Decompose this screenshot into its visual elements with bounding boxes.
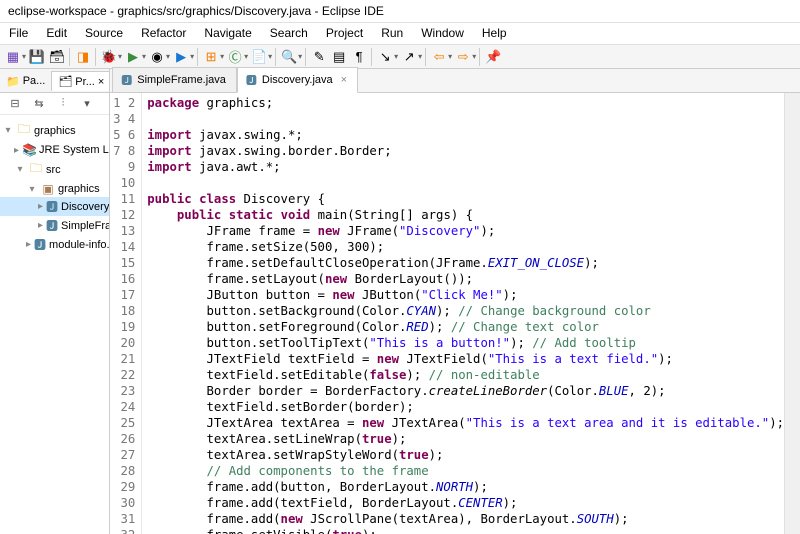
new-icon[interactable]: ▦ [4,48,22,66]
save-all-icon[interactable]: 🗃 [48,48,66,66]
menu-window[interactable]: Window [412,23,473,44]
new-java-class-icon[interactable]: Ⓒ [226,48,244,66]
menu-refactor[interactable]: Refactor [132,23,195,44]
window-titlebar: eclipse-workspace - graphics/src/graphic… [0,0,800,23]
save-icon[interactable]: 💾 [28,48,46,66]
open-type-icon[interactable]: ◨ [74,48,92,66]
menu-search[interactable]: Search [261,23,317,44]
menu-navigate[interactable]: Navigate [195,23,260,44]
tab-project[interactable]: 🗂 Pr... × [51,71,110,91]
close-icon[interactable]: × [98,76,104,88]
search-icon[interactable]: 🔍 [280,48,298,66]
tab-simpleframe[interactable]: 🅹SimpleFrame.java [112,67,237,93]
menubar: File Edit Source Refactor Navigate Searc… [0,23,800,45]
tab-package[interactable]: 📁 Pa... [0,72,51,91]
menu-help[interactable]: Help [473,23,516,44]
pin-icon[interactable]: 📌 [484,48,502,66]
tree-moduleinfo: module-info.ja [49,239,109,251]
toggle-block-icon[interactable]: ▤ [330,48,348,66]
menu-edit[interactable]: Edit [37,23,76,44]
vertical-scrollbar[interactable] [784,93,800,534]
menu-run[interactable]: Run [372,23,412,44]
tab-discovery[interactable]: 🅹Discovery.java× [237,67,358,93]
prev-annotation-icon[interactable]: ↗ [400,48,418,66]
show-whitespace-icon[interactable]: ¶ [350,48,368,66]
package-explorer-panel: 📁 Pa... 🗂 Pr... × ⊟ ⇆ ⫶ ▾ ▾🗀graphics ▸📚J… [0,69,110,534]
tree-project: graphics [34,125,76,137]
tree-jre: JRE System Librar [39,144,109,156]
menu-project[interactable]: Project [317,23,372,44]
tree-src: src [46,164,61,176]
toggle-mark-icon[interactable]: ✎ [310,48,328,66]
menu-file[interactable]: File [0,23,37,44]
collapse-all-icon[interactable]: ⊟ [6,95,24,113]
filter-icon[interactable]: ⫶ [54,95,72,113]
run-icon[interactable]: ▶ [124,48,142,66]
forward-icon[interactable]: ⇨ [454,48,472,66]
tree-discovery: Discovery.ja [61,201,109,213]
project-tree[interactable]: ▾🗀graphics ▸📚JRE System Librar ▾🗀src ▾▣g… [0,115,109,258]
menu-source[interactable]: Source [76,23,132,44]
next-annotation-icon[interactable]: ↘ [376,48,394,66]
editor-area: 🅹SimpleFrame.java 🅹Discovery.java× 1 2 3… [110,69,800,534]
debug-icon[interactable]: 🐞 [100,48,118,66]
line-number-gutter[interactable]: 1 2 3 4 5 6 7 8 9 10 11 12 13 14 15 16 1… [110,93,142,534]
run-last-icon[interactable]: ▶ [172,48,190,66]
link-editor-icon[interactable]: ⇆ [30,95,48,113]
code-editor[interactable]: package graphics; import javax.swing.*; … [142,93,784,534]
main-toolbar: ▦▾ 💾 🗃 ◨ 🐞▾ ▶▾ ◉▾ ▶▾ ⊞▾ Ⓒ▾ 📄▾ 🔍▾ ✎ ▤ ¶ ↘… [0,45,800,69]
tree-simpleframe: SimpleFrame [61,220,109,232]
coverage-icon[interactable]: ◉ [148,48,166,66]
view-menu-icon[interactable]: ▾ [78,95,96,113]
window-title: eclipse-workspace - graphics/src/graphic… [8,4,384,18]
tree-package: graphics [58,183,100,195]
close-tab-icon[interactable]: × [341,74,347,86]
new-java-package-icon[interactable]: ⊞ [202,48,220,66]
back-icon[interactable]: ⇦ [430,48,448,66]
open-task-icon[interactable]: 📄 [250,48,268,66]
